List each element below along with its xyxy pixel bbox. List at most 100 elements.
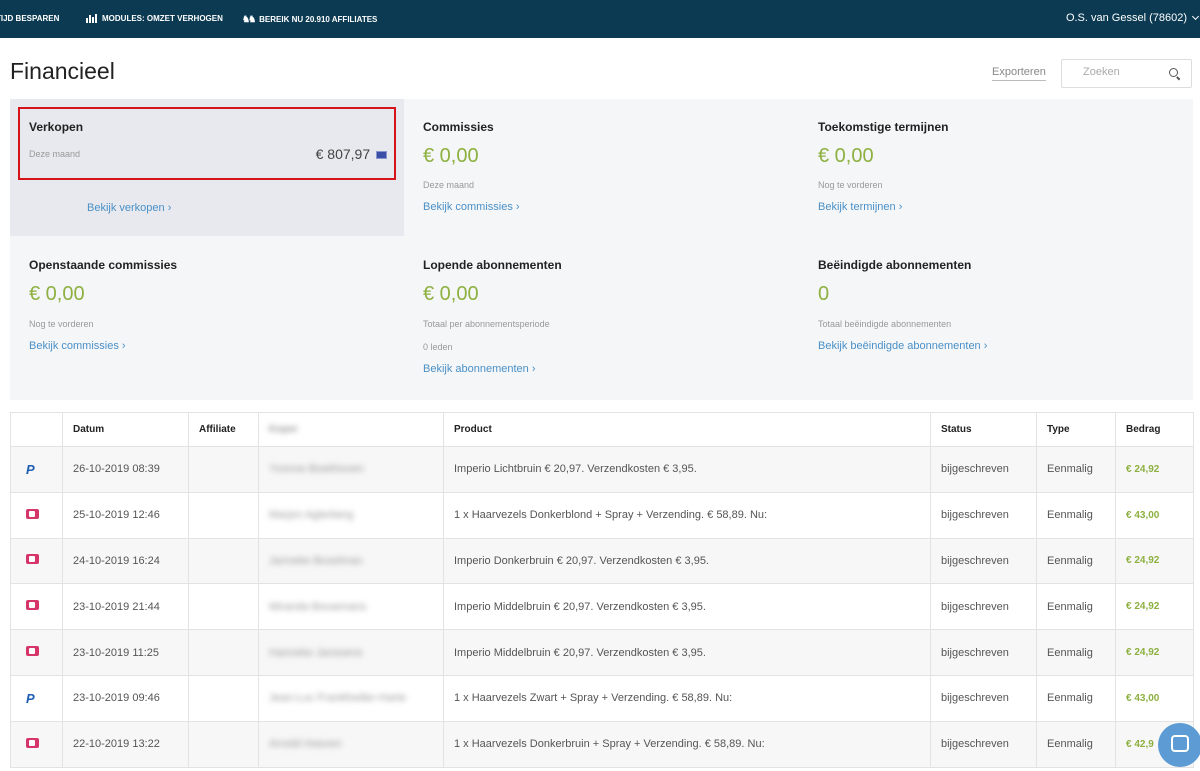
view-ended-subscriptions-link[interactable]: Bekijk beëindigde abonnementen › — [818, 340, 987, 352]
chat-button[interactable] — [1158, 723, 1200, 767]
nav-bereik[interactable]: ♞♞ BEREIK NU 20.910 AFFILIATES — [242, 14, 377, 25]
column-header-buyer[interactable]: Koper — [258, 412, 444, 447]
view-terms-link[interactable]: Bekijk termijnen › — [818, 201, 902, 213]
column-header-product[interactable]: Product — [443, 412, 931, 447]
user-menu[interactable]: O.S. van Gessel (78602) — [1066, 12, 1200, 24]
nav-modules[interactable]: MODULES: OMZET VERHOGEN — [86, 14, 223, 23]
cell-method: P — [10, 446, 63, 493]
table-row[interactable]: 22-10-2019 13:22 Arnold Hoeven 1 x Haarv… — [10, 720, 1194, 768]
table-row[interactable]: P 23-10-2019 09:46 Jean-Luc Frankfoeller… — [10, 674, 1194, 722]
cell-product: 1 x Haarvezels Donkerblond + Spray + Ver… — [443, 491, 931, 539]
cell-status: bijgeschreven — [930, 629, 1037, 676]
table-row[interactable]: 24-10-2019 16:24 Janneke Boxelman Imperi… — [10, 537, 1194, 585]
summary-value: € 0,00 — [423, 283, 479, 305]
summary-sub: Totaal beëindigde abonnementen — [818, 319, 952, 329]
summary-panel: Verkopen Deze maand € 807,97 Bekijk verk… — [10, 99, 1193, 400]
ideal-icon — [26, 646, 39, 657]
column-header-date[interactable]: Datum — [62, 412, 189, 447]
cell-date: 23-10-2019 21:44 — [62, 583, 189, 631]
summary-value: € 0,00 — [29, 283, 85, 305]
cell-buyer: Miranda Bouwmans — [258, 583, 444, 631]
summary-value: € 0,00 — [818, 145, 874, 167]
summary-title: Beëindigde abonnementen — [818, 258, 972, 272]
table-row[interactable]: 23-10-2019 11:25 Hanneke Janssens Imperi… — [10, 629, 1194, 676]
column-header-status[interactable]: Status — [930, 412, 1037, 447]
cell-buyer: Arnold Hoeven — [258, 720, 444, 768]
table-row[interactable]: 23-10-2019 21:44 Miranda Bouwmans Imperi… — [10, 583, 1194, 631]
cell-method — [10, 629, 63, 676]
nav-label: TIJD BESPAREN — [0, 14, 60, 23]
ideal-icon — [26, 600, 39, 611]
cell-product: 1 x Haarvezels Zwart + Spray + Verzendin… — [443, 674, 931, 722]
cell-affiliate — [188, 491, 259, 539]
cell-status: bijgeschreven — [930, 491, 1037, 539]
cell-product: Imperio Middelbruin € 20,97. Verzendkost… — [443, 629, 931, 676]
cell-amount: € 24,92 — [1115, 629, 1194, 676]
cell-affiliate — [188, 720, 259, 768]
summary-sub: Nog te vorderen — [29, 319, 94, 329]
nav-label: BEREIK NU 20.910 AFFILIATES — [259, 15, 378, 24]
summary-openstaande-commissies: Openstaande commissies € 0,00 Nog te vor… — [10, 236, 404, 400]
summary-value: € 807,97 — [316, 146, 387, 162]
cell-date: 23-10-2019 09:46 — [62, 674, 189, 722]
summary-sub: Deze maand — [29, 149, 81, 159]
flag-icon — [376, 151, 387, 160]
summary-title: Toekomstige termijnen — [818, 120, 949, 134]
cell-amount: € 24,92 — [1115, 446, 1194, 493]
people-icon: ♞♞ — [242, 14, 256, 24]
summary-title: Lopende abonnementen — [423, 258, 562, 272]
summary-title: Verkopen — [29, 120, 84, 134]
cell-type: Eenmalig — [1036, 674, 1116, 722]
summary-value: € 0,00 — [423, 145, 479, 167]
ideal-icon — [26, 508, 39, 519]
cell-type: Eenmalig — [1036, 537, 1116, 585]
summary-verkopen: Verkopen Deze maand € 807,97 Bekijk verk… — [10, 99, 404, 236]
cell-product: Imperio Lichtbruin € 20,97. Verzendkoste… — [443, 446, 931, 493]
search-icon[interactable] — [1169, 68, 1178, 77]
paypal-icon: P — [26, 690, 35, 706]
table-row[interactable]: 25-10-2019 12:46 Marjon Agterberg 1 x Ha… — [10, 491, 1194, 539]
bar-chart-icon — [86, 14, 97, 23]
view-commissions-link[interactable]: Bekijk commissies › — [423, 201, 520, 213]
cell-amount: € 24,92 — [1115, 537, 1194, 585]
column-header-method — [10, 412, 63, 447]
cell-status: bijgeschreven — [930, 720, 1037, 768]
table-row[interactable]: P 26-10-2019 08:39 Yvonne Boekhoven Impe… — [10, 446, 1194, 493]
cell-type: Eenmalig — [1036, 446, 1116, 493]
cell-amount: € 24,92 — [1115, 583, 1194, 631]
cell-amount: € 43,00 — [1115, 491, 1194, 539]
cell-date: 23-10-2019 11:25 — [62, 629, 189, 676]
cell-buyer: Janneke Boxelman — [258, 537, 444, 585]
cell-buyer: Yvonne Boekhoven — [258, 446, 444, 493]
column-header-amount[interactable]: Bedrag — [1115, 412, 1194, 447]
export-link[interactable]: Exporteren — [992, 66, 1046, 81]
view-sales-link[interactable]: Bekijk verkopen › — [87, 202, 171, 214]
summary-value: 0 — [818, 283, 830, 305]
sales-value: € 807,97 — [315, 146, 371, 162]
highlight-box — [18, 107, 396, 180]
column-header-affiliate[interactable]: Affiliate — [188, 412, 259, 447]
cell-affiliate — [188, 674, 259, 722]
summary-commissies: Commissies € 0,00 Deze maand Bekijk comm… — [404, 99, 798, 236]
summary-lopende-abonnementen: Lopende abonnementen € 0,00 Totaal per a… — [404, 236, 798, 400]
table-header-row: Datum Affiliate Koper Product Status Typ… — [10, 412, 1194, 447]
cell-buyer: Marjon Agterberg — [258, 491, 444, 539]
paypal-icon: P — [26, 461, 35, 477]
transactions-table: Datum Affiliate Koper Product Status Typ… — [10, 412, 1194, 768]
nav-label: MODULES: OMZET VERHOGEN — [102, 14, 223, 23]
cell-date: 25-10-2019 12:46 — [62, 491, 189, 539]
search-input[interactable] — [1083, 66, 1163, 78]
cell-method — [10, 491, 63, 539]
cell-affiliate — [188, 629, 259, 676]
cell-method: P — [10, 674, 63, 722]
view-subscriptions-link[interactable]: Bekijk abonnementen › — [423, 363, 536, 375]
column-header-type[interactable]: Type — [1036, 412, 1116, 447]
cell-date: 26-10-2019 08:39 — [62, 446, 189, 493]
cell-product: Imperio Middelbruin € 20,97. Verzendkost… — [443, 583, 931, 631]
view-open-commissions-link[interactable]: Bekijk commissies › — [29, 340, 126, 352]
cell-affiliate — [188, 446, 259, 493]
cell-type: Eenmalig — [1036, 720, 1116, 768]
summary-sub: Deze maand — [423, 180, 475, 190]
cell-method — [10, 537, 63, 585]
nav-tijd-besparen[interactable]: TIJD BESPAREN — [0, 14, 59, 23]
